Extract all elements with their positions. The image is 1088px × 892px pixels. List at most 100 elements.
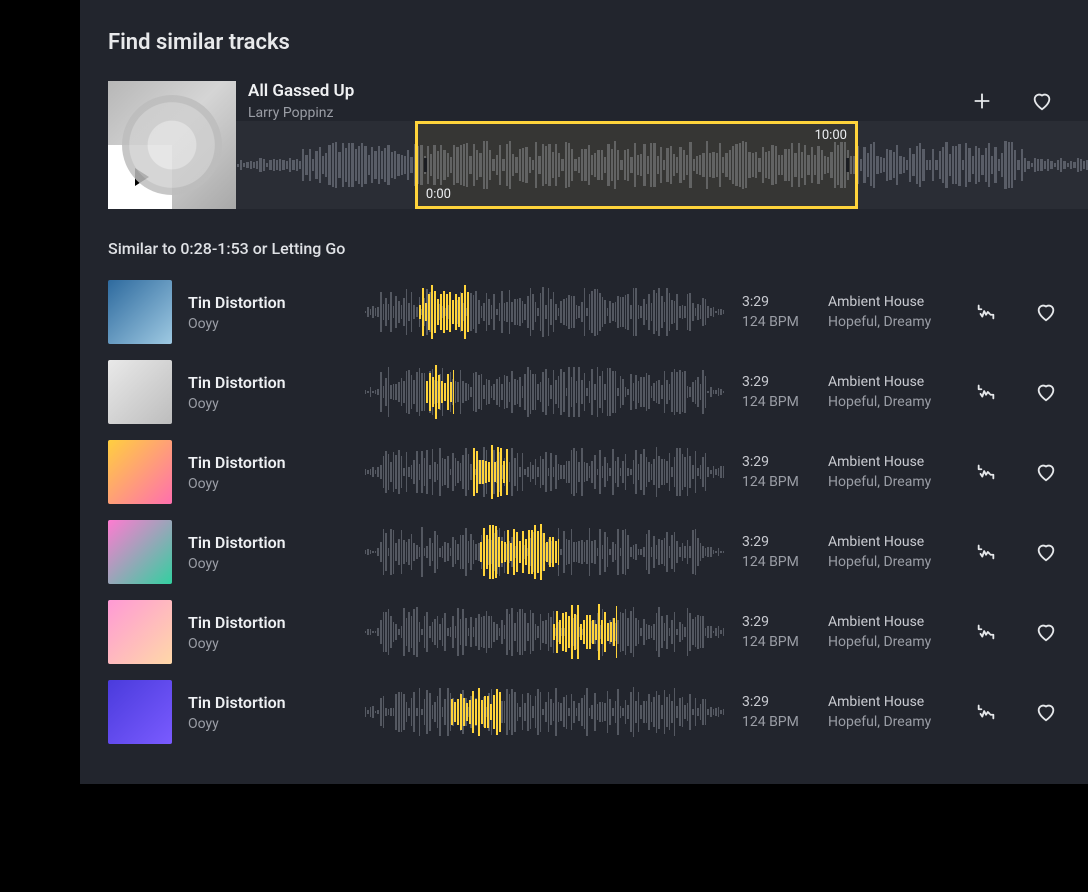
plus-icon	[971, 90, 993, 112]
track-tags: Ambient House Hopeful, Dreamy	[828, 612, 948, 653]
track-bpm: 124 BPM	[742, 712, 812, 732]
track-mood: Hopeful, Dreamy	[828, 712, 948, 732]
track-meta: Tin Distortion Ooyy	[188, 613, 348, 652]
track-waveform[interactable]	[364, 282, 726, 342]
album-art	[108, 440, 172, 504]
track-timing: 3:29 124 BPM	[742, 372, 812, 413]
track-timing: 3:29 124 BPM	[742, 692, 812, 733]
favorite-button[interactable]	[1034, 380, 1058, 404]
selection-range[interactable]: 0:00 10:00	[415, 121, 858, 209]
track-artist: Ooyy	[188, 716, 348, 732]
track-genre: Ambient House	[828, 372, 948, 392]
track-title: Tin Distortion	[188, 613, 348, 632]
favorite-button[interactable]	[1034, 540, 1058, 564]
favorite-button[interactable]	[1030, 89, 1054, 113]
track-waveform[interactable]	[364, 602, 726, 662]
track-meta: Tin Distortion Ooyy	[188, 693, 348, 732]
track-duration: 3:29	[742, 612, 812, 632]
track-waveform[interactable]	[364, 362, 726, 422]
track-meta: Tin Distortion Ooyy	[188, 453, 348, 492]
find-similar-button[interactable]	[974, 300, 998, 324]
track-row[interactable]: Tin Distortion Ooyy 3:29 124 BPM Ambient…	[108, 280, 1088, 344]
selection-end-time: 10:00	[815, 128, 847, 143]
play-button[interactable]	[108, 145, 172, 209]
track-tags: Ambient House Hopeful, Dreamy	[828, 372, 948, 413]
favorite-button[interactable]	[1034, 460, 1058, 484]
selection-handle-right[interactable]	[846, 158, 849, 172]
similar-range-label: Similar to 0:28-1:53 or Letting Go	[108, 239, 1088, 258]
track-bpm: 124 BPM	[742, 632, 812, 652]
track-artist: Ooyy	[188, 316, 348, 332]
play-icon	[135, 168, 149, 186]
track-title: Tin Distortion	[188, 693, 348, 712]
track-title: Tin Distortion	[188, 293, 348, 312]
album-art	[108, 280, 172, 344]
track-mood: Hopeful, Dreamy	[828, 472, 948, 492]
track-meta: Tin Distortion Ooyy	[188, 533, 348, 572]
track-genre: Ambient House	[828, 292, 948, 312]
album-art	[108, 360, 172, 424]
track-meta: Tin Distortion Ooyy	[188, 293, 348, 332]
favorite-button[interactable]	[1034, 620, 1058, 644]
track-duration: 3:29	[742, 532, 812, 552]
track-row[interactable]: Tin Distortion Ooyy 3:29 124 BPM Ambient…	[108, 360, 1088, 424]
selection-handle-left[interactable]	[424, 158, 427, 172]
track-artist: Ooyy	[188, 636, 348, 652]
track-artist: Ooyy	[188, 556, 348, 572]
track-row[interactable]: Tin Distortion Ooyy 3:29 124 BPM Ambient…	[108, 440, 1088, 504]
find-similar-button[interactable]	[974, 460, 998, 484]
album-art	[108, 600, 172, 664]
track-waveform[interactable]	[364, 522, 726, 582]
track-row[interactable]: Tin Distortion Ooyy 3:29 124 BPM Ambient…	[108, 600, 1088, 664]
album-art	[108, 680, 172, 744]
track-title: Tin Distortion	[188, 533, 348, 552]
track-bpm: 124 BPM	[742, 552, 812, 572]
track-mood: Hopeful, Dreamy	[828, 632, 948, 652]
track-tags: Ambient House Hopeful, Dreamy	[828, 692, 948, 733]
featured-album-art	[108, 81, 236, 209]
track-bpm: 124 BPM	[742, 472, 812, 492]
track-mood: Hopeful, Dreamy	[828, 392, 948, 412]
track-duration: 3:29	[742, 692, 812, 712]
favorite-button[interactable]	[1034, 300, 1058, 324]
track-tags: Ambient House Hopeful, Dreamy	[828, 452, 948, 493]
track-genre: Ambient House	[828, 532, 948, 552]
track-artist: Ooyy	[188, 396, 348, 412]
similar-tracks-panel: Find similar tracks All Gassed Up Larry …	[80, 0, 1088, 784]
track-mood: Hopeful, Dreamy	[828, 312, 948, 332]
track-tags: Ambient House Hopeful, Dreamy	[828, 292, 948, 333]
track-row[interactable]: Tin Distortion Ooyy 3:29 124 BPM Ambient…	[108, 680, 1088, 744]
track-bpm: 124 BPM	[742, 312, 812, 332]
track-duration: 3:29	[742, 292, 812, 312]
track-timing: 3:29 124 BPM	[742, 292, 812, 333]
find-similar-button[interactable]	[974, 700, 998, 724]
find-similar-button[interactable]	[974, 380, 998, 404]
track-meta: Tin Distortion Ooyy	[188, 373, 348, 412]
track-genre: Ambient House	[828, 612, 948, 632]
track-timing: 3:29 124 BPM	[742, 612, 812, 653]
featured-title: All Gassed Up	[248, 81, 354, 101]
track-mood: Hopeful, Dreamy	[828, 552, 948, 572]
track-genre: Ambient House	[828, 452, 948, 472]
track-timing: 3:29 124 BPM	[742, 452, 812, 493]
add-button[interactable]	[970, 89, 994, 113]
track-title: Tin Distortion	[188, 373, 348, 392]
featured-waveform[interactable]: 0:00 10:00	[236, 121, 1088, 209]
find-similar-button[interactable]	[974, 540, 998, 564]
find-similar-button[interactable]	[974, 620, 998, 644]
heart-icon	[1031, 90, 1053, 112]
track-timing: 3:29 124 BPM	[742, 532, 812, 573]
album-art	[108, 520, 172, 584]
track-artist: Ooyy	[188, 476, 348, 492]
selection-start-time: 0:00	[426, 187, 451, 202]
page-title: Find similar tracks	[108, 30, 1088, 55]
favorite-button[interactable]	[1034, 700, 1058, 724]
track-waveform[interactable]	[364, 682, 726, 742]
track-genre: Ambient House	[828, 692, 948, 712]
track-waveform[interactable]	[364, 442, 726, 502]
track-title: Tin Distortion	[188, 453, 348, 472]
track-list: Tin Distortion Ooyy 3:29 124 BPM Ambient…	[108, 280, 1088, 744]
featured-artist: Larry Poppinz	[248, 105, 354, 121]
featured-track: All Gassed Up Larry Poppinz	[108, 81, 1088, 209]
track-row[interactable]: Tin Distortion Ooyy 3:29 124 BPM Ambient…	[108, 520, 1088, 584]
